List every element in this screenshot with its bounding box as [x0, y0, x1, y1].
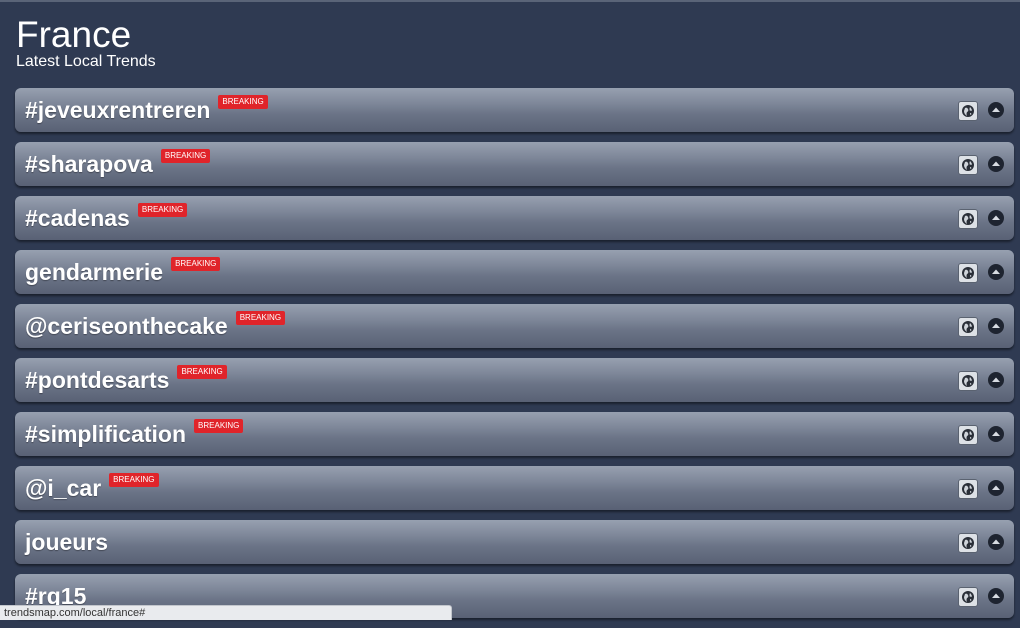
breaking-badge: BREAKING	[137, 203, 188, 217]
globe-icon[interactable]	[958, 317, 978, 337]
collapse-up-icon[interactable]	[988, 318, 1004, 334]
globe-icon[interactable]	[958, 425, 978, 445]
trend-name-label: gendarmerie	[25, 259, 164, 285]
top-border	[0, 0, 1020, 2]
trend-name-label: @i_car	[25, 475, 102, 501]
page-header: France Latest Local Trends	[16, 14, 156, 71]
breaking-badge: BREAKING	[194, 419, 244, 433]
page-subtitle: Latest Local Trends	[16, 53, 156, 70]
trend-name-label: #cadenas	[25, 205, 130, 231]
trend-row[interactable]: @i_car BREAKING	[15, 466, 1014, 510]
collapse-up-icon[interactable]	[988, 534, 1004, 550]
trend-name-label: #pontdesarts	[25, 367, 170, 393]
breaking-badge: BREAKING	[160, 149, 211, 163]
trend-name-link[interactable]: @i_car BREAKING	[25, 473, 159, 502]
collapse-up-icon[interactable]	[988, 588, 1004, 604]
breaking-badge: BREAKING	[177, 365, 227, 379]
collapse-up-icon[interactable]	[988, 102, 1004, 118]
breaking-badge: BREAKING	[235, 311, 286, 325]
trend-name-link[interactable]: #pontdesarts BREAKING	[25, 365, 227, 394]
trend-name-link[interactable]: gendarmerie BREAKING	[25, 257, 221, 286]
trend-name-label: #simplification	[25, 421, 187, 447]
trend-name-label: joueurs	[25, 529, 109, 555]
trend-row[interactable]: #sharapova BREAKING	[15, 142, 1014, 186]
breaking-badge: BREAKING	[218, 95, 268, 109]
trend-list: #jeveuxrentreren BREAKING #sharapova BREAKI…	[15, 88, 1014, 628]
globe-icon[interactable]	[958, 209, 978, 229]
breaking-badge: BREAKING	[109, 473, 159, 487]
collapse-up-icon[interactable]	[988, 480, 1004, 496]
trend-name-label: #jeveuxrentreren	[25, 97, 211, 123]
globe-icon[interactable]	[958, 479, 978, 499]
collapse-up-icon[interactable]	[988, 372, 1004, 388]
collapse-up-icon[interactable]	[988, 210, 1004, 226]
trend-row[interactable]: #jeveuxrentreren BREAKING	[15, 88, 1014, 132]
collapse-up-icon[interactable]	[988, 264, 1004, 280]
globe-icon[interactable]	[958, 155, 978, 175]
globe-icon[interactable]	[958, 587, 978, 607]
globe-icon[interactable]	[958, 533, 978, 553]
collapse-up-icon[interactable]	[988, 156, 1004, 172]
trend-row[interactable]: #pontdesarts BREAKING	[15, 358, 1014, 402]
breaking-badge: BREAKING	[171, 257, 221, 271]
trend-name-link[interactable]: #jeveuxrentreren BREAKING	[25, 95, 268, 124]
trend-name-label: #sharapova	[25, 151, 153, 177]
trend-row[interactable]: @ceriseonthecake BREAKING	[15, 304, 1014, 348]
trend-name-link[interactable]: #cadenas BREAKING	[25, 203, 188, 232]
globe-icon[interactable]	[958, 371, 978, 391]
globe-icon[interactable]	[958, 263, 978, 283]
collapse-up-icon[interactable]	[988, 426, 1004, 442]
trend-row[interactable]: joueurs	[15, 520, 1014, 564]
status-bar-url: trendsmap.com/local/france#	[0, 605, 452, 620]
trend-row[interactable]: #cadenas BREAKING	[15, 196, 1014, 240]
trend-name-link[interactable]: joueurs	[25, 528, 108, 556]
page-title: France	[16, 14, 132, 55]
trend-row[interactable]: gendarmerie BREAKING	[15, 250, 1014, 294]
trend-name-link[interactable]: #simplification BREAKING	[25, 419, 244, 448]
trend-row[interactable]: #simplification BREAKING	[15, 412, 1014, 456]
trend-name-link[interactable]: @ceriseonthecake BREAKING	[25, 311, 286, 340]
trend-name-label: @ceriseonthecake	[25, 313, 228, 339]
globe-icon[interactable]	[958, 101, 978, 121]
trend-name-link[interactable]: #sharapova BREAKING	[25, 149, 211, 178]
